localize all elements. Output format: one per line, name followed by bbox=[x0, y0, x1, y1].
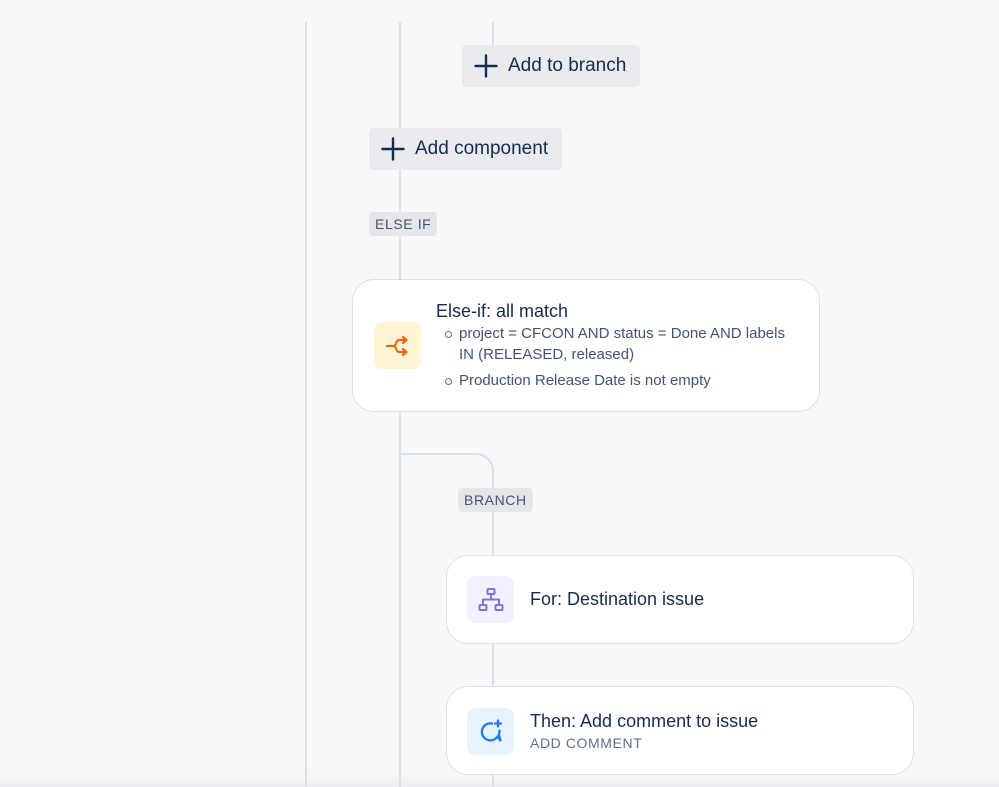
add-component-button[interactable]: Add component bbox=[369, 128, 563, 170]
branch-lozenge: BRANCH bbox=[458, 488, 533, 512]
else-if-icon-tile bbox=[374, 322, 421, 369]
branch-arrows-icon bbox=[385, 335, 408, 356]
add-comment-action-card[interactable]: Then: Add comment to issue ADD COMMENT bbox=[446, 686, 914, 775]
bottom-edge-shadow bbox=[0, 775, 999, 787]
automation-canvas: Add to branch Add component ELSE IF Else… bbox=[0, 0, 999, 787]
comment-icon-tile bbox=[467, 708, 514, 755]
else-if-lozenge: ELSE IF bbox=[369, 212, 438, 236]
add-to-branch-label: Add to branch bbox=[508, 55, 627, 76]
add-to-branch-button[interactable]: Add to branch bbox=[462, 45, 641, 87]
branch-top-connector-line bbox=[492, 22, 494, 46]
condition-item: Production Release Date is not empty bbox=[436, 370, 796, 391]
for-card-title: For: Destination issue bbox=[530, 589, 705, 609]
outer-connector-line bbox=[305, 22, 307, 787]
plus-icon bbox=[474, 54, 498, 78]
for-branch-card[interactable]: For: Destination issue bbox=[446, 555, 914, 644]
add-component-label: Add component bbox=[415, 138, 549, 159]
add-comment-icon bbox=[480, 718, 502, 742]
comment-card-subtitle: ADD COMMENT bbox=[530, 735, 643, 751]
condition-list: project = CFCON AND status = Done AND la… bbox=[436, 323, 796, 396]
branch-connector-curve bbox=[400, 453, 494, 493]
for-icon-tile bbox=[467, 576, 514, 623]
else-if-condition-card[interactable]: Else-if: all match project = CFCON AND s… bbox=[352, 279, 820, 412]
plus-icon bbox=[381, 137, 405, 161]
hierarchy-icon bbox=[478, 587, 503, 611]
comment-card-title: Then: Add comment to issue bbox=[530, 711, 759, 731]
else-if-card-title: Else-if: all match bbox=[436, 301, 569, 321]
condition-item: project = CFCON AND status = Done AND la… bbox=[436, 323, 796, 365]
